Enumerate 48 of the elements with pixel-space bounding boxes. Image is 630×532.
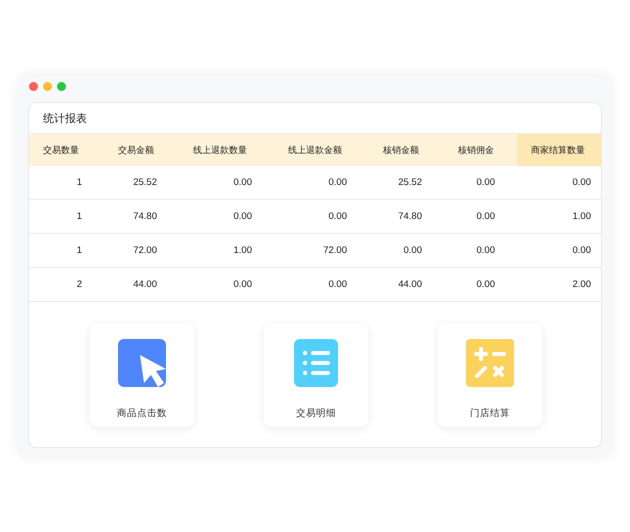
cursor-icon [118,339,166,387]
table-cell: 25.52 [369,166,444,200]
table-cell: 1 [29,234,104,268]
shortcut-tile[interactable]: 商品点击数 [90,323,194,427]
table-cell: 1 [29,166,104,200]
column-header: 交易金额 [104,134,179,166]
table-cell: 1 [29,200,104,234]
table-cell: 44.00 [104,268,179,302]
table-cell: 0.00 [517,234,601,268]
table-cell: 0.00 [274,166,369,200]
column-header: 核销佣金 [444,134,517,166]
table-cell: 2 [29,268,104,302]
table-cell: 0.00 [444,166,517,200]
window-control-dot[interactable] [29,82,38,91]
shortcut-tile[interactable]: 交易明细 [264,323,368,427]
table-cell: 74.80 [104,200,179,234]
shortcut-label: 交易明细 [296,407,336,420]
table-cell: 2.00 [517,268,601,302]
table-cell: 0.00 [444,200,517,234]
calculator-icon [466,339,514,387]
table-cell: 44.00 [369,268,444,302]
table-cell: 1.00 [517,200,601,234]
column-header: 交易数量 [29,134,104,166]
table-cell: 72.00 [274,234,369,268]
table-cell: 0.00 [274,200,369,234]
table-cell: 0.00 [517,166,601,200]
table-cell: 1.00 [179,234,274,268]
shortcut-tile[interactable]: 门店结算 [438,323,542,427]
table-cell: 0.00 [179,200,274,234]
table-cell: 0.00 [444,268,517,302]
table-cell: 0.00 [444,234,517,268]
column-header: 核销金额 [369,134,444,166]
table-cell: 0.00 [179,268,274,302]
table-cell: 0.00 [274,268,369,302]
table-cell: 0.00 [369,234,444,268]
window-control-dot[interactable] [43,82,52,91]
list-icon [294,339,338,387]
column-header: 商家结算数量 [517,134,601,166]
shortcut-label: 门店结算 [470,407,510,420]
shortcut-label: 商品点击数 [117,407,167,420]
table-cell: 74.80 [369,200,444,234]
column-header: 线上退款数量 [179,134,274,166]
table-cell: 0.00 [179,166,274,200]
table-cell: 72.00 [104,234,179,268]
table-cell: 25.52 [104,166,179,200]
window-control-dot[interactable] [57,82,66,91]
column-header: 线上退款金额 [274,134,369,166]
panel-title: 统计报表 [43,112,87,126]
